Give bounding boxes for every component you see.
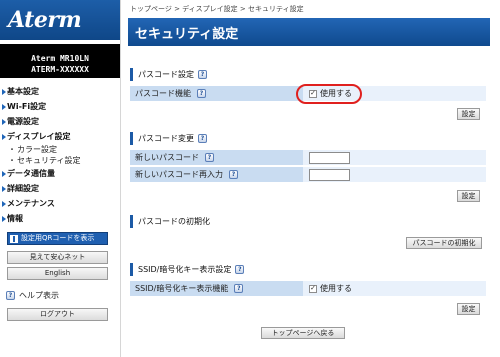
sidebar: Aterm Aterm MR10LN ATERM-XXXXXX 基本設定 Wi-…: [0, 0, 121, 357]
row-value: ✓ 使用する: [303, 86, 486, 101]
nav-sub-label: カラー設定: [17, 145, 57, 154]
passcode-set-button[interactable]: 設定: [457, 108, 480, 120]
nav-label: Wi-Fi設定: [7, 102, 47, 111]
device-model: Aterm MR10LN: [31, 54, 89, 63]
help-icon[interactable]: ?: [229, 170, 238, 179]
nav-label: メンテナンス: [7, 199, 55, 208]
row-label: 新しいパスコード再入力?: [130, 167, 303, 182]
section-change: パスコード変更?: [130, 132, 486, 145]
section-title: パスコード設定: [138, 70, 194, 79]
nav-item-display[interactable]: ディスプレイ設定: [0, 129, 120, 144]
passcode-init-button[interactable]: パスコードの初期化: [406, 237, 482, 249]
section-passcode: パスコード設定?: [130, 68, 486, 81]
nav-item-advanced[interactable]: 詳細設定: [0, 181, 120, 196]
main-content: トップページ > ディスプレイ設定 > セキュリティ設定 セキュリティ設定 パス…: [128, 0, 490, 357]
help-toggle[interactable]: ? ヘルプ表示: [6, 290, 120, 301]
row-value: [303, 167, 486, 182]
nav-item-basic[interactable]: 基本設定: [0, 84, 120, 99]
section-ssid: SSID/暗号化キー表示設定?: [130, 263, 486, 276]
nav-sub-security[interactable]: ・セキュリティ設定: [0, 155, 120, 166]
row-label: 新しいパスコード?: [130, 150, 303, 165]
arrow-icon: [2, 170, 6, 177]
qr-label: 設定用QRコードを表示: [21, 234, 95, 242]
row-value: [303, 150, 486, 165]
section-title: パスコードの初期化: [138, 217, 210, 226]
row-label-text: SSID/暗号化キー表示機能: [135, 284, 229, 293]
arrow-icon: [2, 215, 6, 222]
confirm-passcode-input[interactable]: [309, 168, 350, 181]
english-button[interactable]: English: [7, 267, 108, 280]
arrow-icon: [2, 103, 6, 110]
side-nav: 基本設定 Wi-Fi設定 電源設定 ディスプレイ設定 ・カラー設定 ・セキュリテ…: [0, 78, 120, 226]
qr-code-icon: [10, 234, 18, 243]
row-value: ✓ 使用する: [303, 281, 486, 296]
nav-sub-label: セキュリティ設定: [17, 156, 81, 165]
ssid-set-button[interactable]: 設定: [457, 303, 480, 315]
help-label: ヘルプ表示: [19, 291, 59, 300]
nav-item-info[interactable]: 情報: [0, 211, 120, 226]
breadcrumb: トップページ > ディスプレイ設定 > セキュリティ設定: [130, 5, 304, 13]
arrow-icon: [2, 185, 6, 192]
passcode-row: パスコード機能? ✓ 使用する: [130, 86, 486, 102]
section-title: SSID/暗号化キー表示設定: [138, 265, 232, 274]
help-icon[interactable]: ?: [235, 265, 245, 274]
help-icon[interactable]: ?: [198, 70, 207, 79]
qr-code-button[interactable]: 設定用QRコードを表示: [7, 232, 108, 245]
bullet-icon: ・: [8, 145, 16, 154]
row-label-text: 新しいパスコード: [135, 153, 199, 162]
passcode-checkbox[interactable]: ✓: [309, 89, 317, 98]
nav-item-power[interactable]: 電源設定: [0, 114, 120, 129]
arrow-icon: [2, 133, 6, 140]
nav-item-data-usage[interactable]: データ通信量: [0, 166, 120, 181]
arrow-icon: [2, 88, 6, 95]
nav-sub-color[interactable]: ・カラー設定: [0, 144, 120, 155]
help-icon[interactable]: ?: [197, 89, 206, 98]
help-icon[interactable]: ?: [205, 153, 214, 162]
new-passcode-row: 新しいパスコード?: [130, 150, 486, 166]
nav-label: ディスプレイ設定: [7, 132, 71, 141]
arrow-icon: [2, 118, 6, 125]
checkbox-label: 使用する: [320, 284, 352, 293]
arrow-icon: [2, 200, 6, 207]
nav-label: 情報: [7, 214, 23, 223]
nav-label: 詳細設定: [7, 184, 39, 193]
change-set-button[interactable]: 設定: [457, 190, 480, 202]
row-label: SSID/暗号化キー表示機能?: [130, 281, 303, 296]
page-title: セキュリティ設定: [128, 18, 490, 46]
row-label: パスコード機能?: [130, 86, 303, 101]
bullet-icon: ・: [8, 156, 16, 165]
logo-text: Aterm: [8, 7, 82, 33]
new-passcode-input[interactable]: [309, 151, 350, 164]
logout-button[interactable]: ログアウト: [7, 308, 108, 321]
nav-item-wifi[interactable]: Wi-Fi設定: [0, 99, 120, 114]
section-title: パスコード変更: [138, 134, 194, 143]
confirm-passcode-row: 新しいパスコード再入力?: [130, 167, 486, 183]
back-to-top-button[interactable]: トップページへ戻る: [261, 327, 345, 339]
section-init: パスコードの初期化: [130, 215, 486, 228]
help-icon[interactable]: ?: [234, 284, 244, 293]
row-label-text: パスコード機能: [135, 89, 191, 98]
logo: Aterm: [0, 0, 120, 40]
device-info: Aterm MR10LN ATERM-XXXXXX: [0, 40, 120, 78]
mimasite-button[interactable]: 見えて安心ネット: [7, 251, 108, 264]
nav-item-maintenance[interactable]: メンテナンス: [0, 196, 120, 211]
ssid-row: SSID/暗号化キー表示機能? ✓ 使用する: [130, 281, 486, 297]
nav-label: データ通信量: [7, 169, 55, 178]
help-icon[interactable]: ?: [198, 134, 207, 143]
checkbox-label: 使用する: [320, 89, 352, 98]
nav-label: 電源設定: [7, 117, 39, 126]
help-icon: ?: [6, 291, 15, 300]
nav-label: 基本設定: [7, 87, 39, 96]
ssid-checkbox[interactable]: ✓: [309, 284, 317, 293]
device-id: ATERM-XXXXXX: [31, 65, 89, 74]
row-label-text: 新しいパスコード再入力: [135, 170, 223, 179]
